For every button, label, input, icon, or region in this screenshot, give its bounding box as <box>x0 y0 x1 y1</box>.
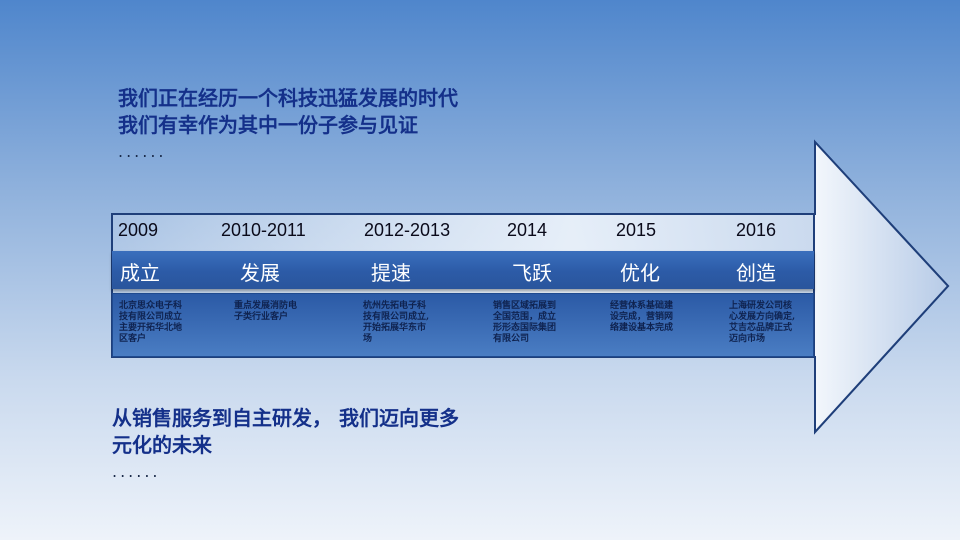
description-row: 北京思众电子科 技有限公司成立 主要开拓华北地 区客户 重点发展消防电 子类行业… <box>112 293 814 357</box>
year-label: 2009 <box>118 220 159 240</box>
year-label: 2015 <box>616 220 657 240</box>
slide: 我们正在经历一个科技迅猛发展的时代 我们有幸作为其中一份子参与见证 ......… <box>0 0 960 540</box>
intro-text: 我们正在经历一个科技迅猛发展的时代 我们有幸作为其中一份子参与见证 ...... <box>118 85 458 161</box>
milestone-description: 杭州先拓电子科 技有限公司成立, 开始拓展华东市 场 <box>363 301 430 344</box>
milestone-description: 北京思众电子科 技有限公司成立 主要开拓华北地 区客户 <box>119 301 183 344</box>
year-row: 2009 2010-2011 2012-2013 2014 2015 2016 <box>112 214 814 250</box>
year-label: 2016 <box>736 220 777 240</box>
year-label: 2014 <box>507 220 548 240</box>
intro-ellipsis: ...... <box>118 142 167 161</box>
outro-line: 从销售服务到自主研发， 我们迈向更多元化的未来 <box>112 406 459 457</box>
outro-ellipsis: ...... <box>112 462 161 481</box>
stage-label: 飞跃 <box>512 261 552 285</box>
outro-text: 从销售服务到自主研发， 我们迈向更多元化的未来 ...... <box>112 405 472 481</box>
milestone-description: 重点发展消防电 子类行业客户 <box>234 301 298 322</box>
intro-line-1: 我们正在经历一个科技迅猛发展的时代 <box>118 86 458 110</box>
milestone-description: 上海研发公司核 心发展方向确定, 艾吉芯品牌正式 迈向市场 <box>729 301 796 344</box>
stage-label: 优化 <box>620 261 660 285</box>
stage-row: 成立 发展 提速 飞跃 优化 创造 <box>112 251 814 289</box>
stage-label: 创造 <box>736 261 776 285</box>
milestone-description: 经营体系基础建 设完成，营销网 络建设基本完成 <box>610 301 674 333</box>
intro-line-2: 我们有幸作为其中一份子参与见证 <box>118 113 418 137</box>
stage-label: 提速 <box>371 261 411 285</box>
year-label: 2012-2013 <box>364 220 451 240</box>
milestone-description: 销售区域拓展到 全国范围，成立 形形态国际集团 有限公司 <box>493 301 557 344</box>
stage-label: 发展 <box>240 261 280 285</box>
stage-label: 成立 <box>120 261 160 285</box>
year-label: 2010-2011 <box>221 220 306 240</box>
arrow-head-fill <box>813 139 950 435</box>
